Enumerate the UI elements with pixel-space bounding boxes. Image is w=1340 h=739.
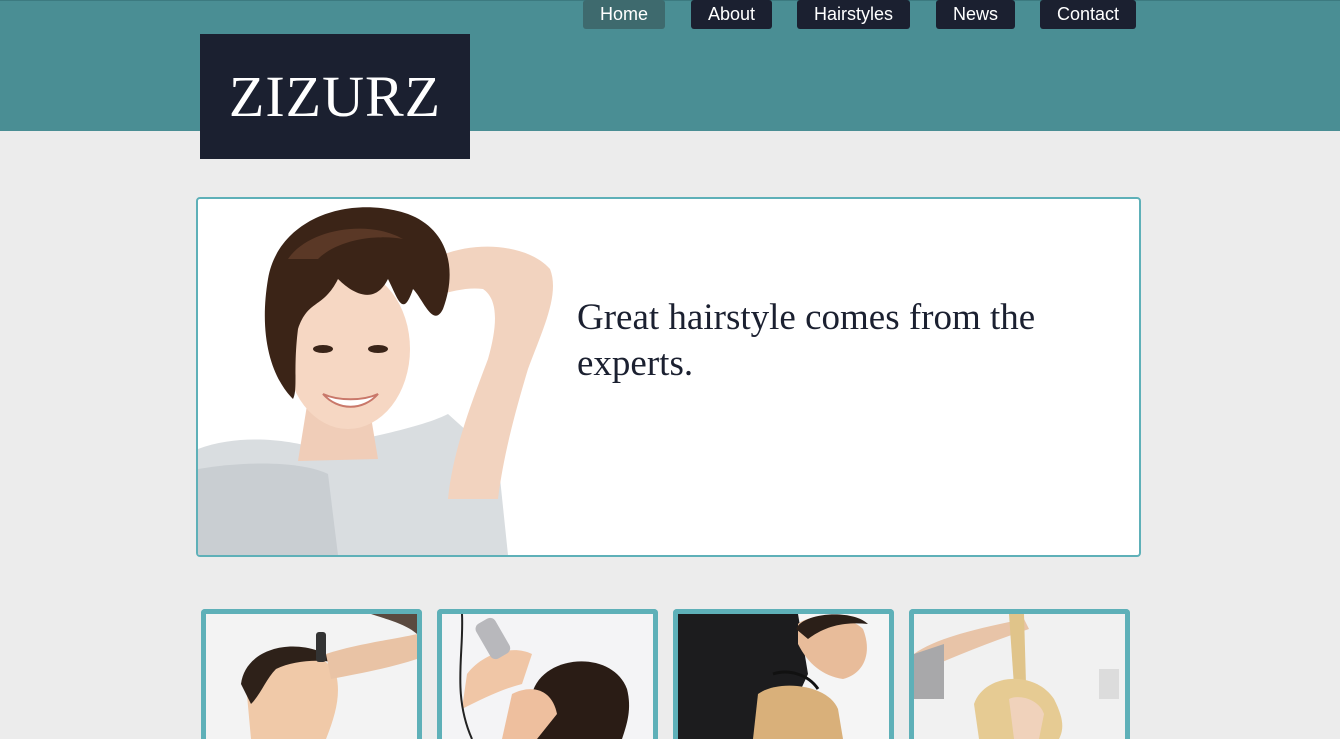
nav-item-news[interactable]: News — [936, 0, 1015, 29]
nav-item-hairstyles[interactable]: Hairstyles — [797, 0, 910, 29]
nav-item-home[interactable]: Home — [583, 0, 665, 29]
hero-woman-photo — [198, 207, 553, 555]
site-logo[interactable]: ZIZURZ — [200, 34, 470, 159]
blonde-styling-photo — [914, 614, 1125, 739]
hero-tagline: Great hairstyle comes from the experts. — [577, 297, 1036, 384]
clipper-cut-photo — [442, 614, 653, 739]
hero-banner: Great hairstyle comes from the experts. — [196, 197, 1141, 557]
nav-item-contact[interactable]: Contact — [1040, 0, 1136, 29]
nav-item-about[interactable]: About — [691, 0, 772, 29]
stylist-photo — [678, 614, 889, 739]
mens-cut-photo — [206, 614, 417, 739]
